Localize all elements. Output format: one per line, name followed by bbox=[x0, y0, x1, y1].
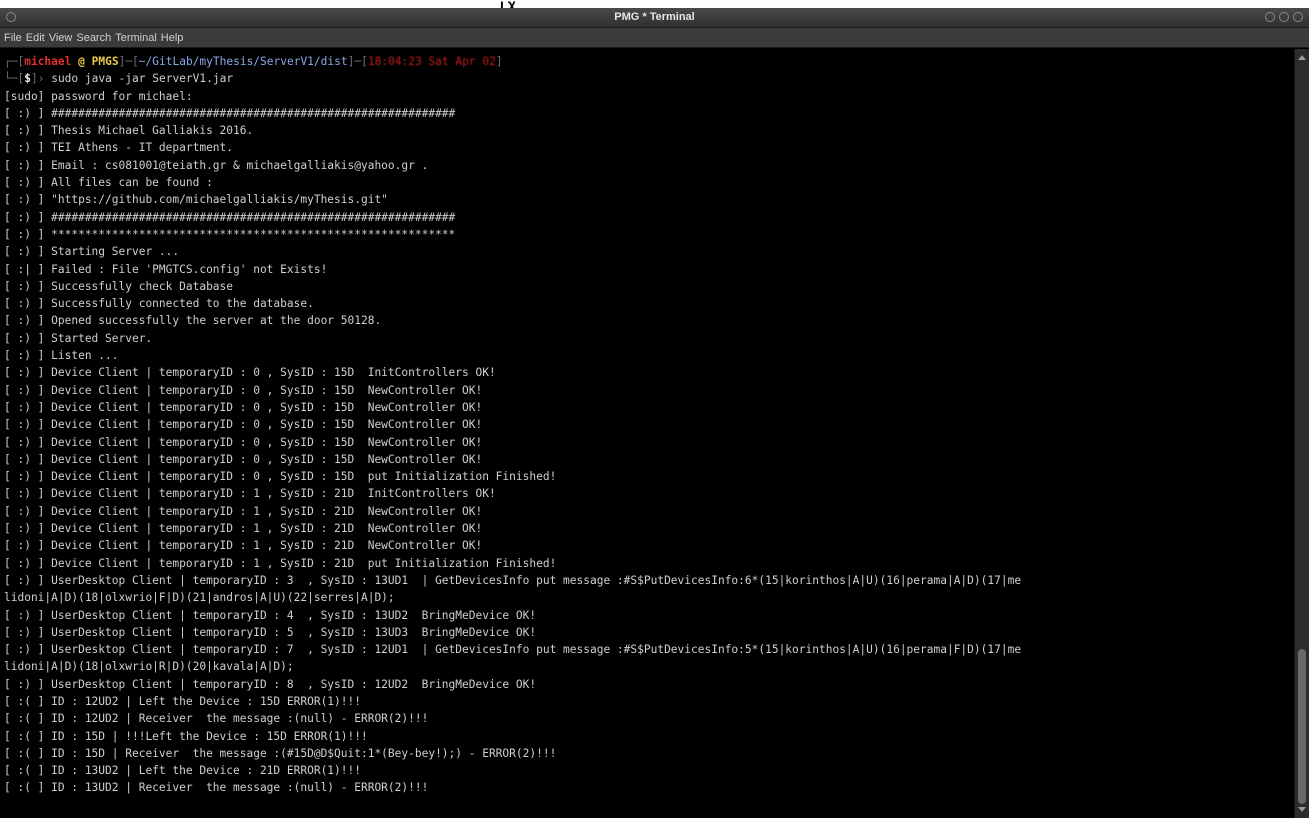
output-line: [ :) ] Starting Server ... bbox=[4, 245, 180, 259]
output-line: [ :) ] Started Server. bbox=[4, 331, 153, 345]
output-line: [ :) ] UserDesktop Client | temporaryID … bbox=[4, 573, 1022, 587]
output-line: [ :( ] ID : 13UD2 | Receiver the message… bbox=[4, 781, 429, 795]
output-line: [ :) ] UserDesktop Client | temporaryID … bbox=[4, 677, 537, 691]
output-line: [ :( ] ID : 15D | !!!Left the Device : 1… bbox=[4, 729, 368, 743]
prompt-time: 18:04:23 Sat Apr 02 bbox=[367, 55, 496, 68]
output-line: [ :( ] ID : 12UD2 | Receiver the message… bbox=[4, 712, 429, 726]
top-crop-fragment: ι χ bbox=[500, 0, 516, 8]
menu-bar: File Edit View Search Terminal Help bbox=[0, 28, 1309, 48]
output-line: [ :) ] Device Client | temporaryID : 0 ,… bbox=[4, 400, 483, 414]
output-line: [ :) ] Device Client | temporaryID : 1 ,… bbox=[4, 556, 557, 570]
output-line: [ :) ] UserDesktop Client | temporaryID … bbox=[4, 643, 1022, 657]
menu-help[interactable]: Help bbox=[161, 32, 188, 44]
output-line: [ :) ] Device Client | temporaryID : 0 ,… bbox=[4, 383, 483, 397]
output-line: [ :( ] ID : 13UD2 | Left the Device : 21… bbox=[4, 764, 361, 778]
output-line: [ :) ] #################################… bbox=[4, 210, 456, 224]
terminal-window: PMG * Terminal File Edit View Search Ter… bbox=[0, 8, 1309, 818]
output-line: [ :) ] Device Client | temporaryID : 1 ,… bbox=[4, 504, 483, 518]
output-line: [ :) ] Device Client | temporaryID : 0 ,… bbox=[4, 366, 496, 380]
output-line: [ :) ] Device Client | temporaryID : 1 ,… bbox=[4, 487, 496, 501]
scroll-up-icon[interactable] bbox=[1298, 55, 1306, 60]
output-line: [ :) ] Device Client | temporaryID : 0 ,… bbox=[4, 452, 483, 466]
prompt-path: ~/GitLab/myThesis/ServerV1/dist bbox=[138, 55, 348, 68]
prompt-line-2: └─[$]› sudo java -jar ServerV1.jar bbox=[4, 72, 234, 86]
prompt-host: PMGS bbox=[91, 55, 119, 68]
output-line: [ :) ] Email : cs081001@teiath.gr & mich… bbox=[4, 158, 429, 172]
output-line: [ :) ] Device Client | temporaryID : 0 ,… bbox=[4, 435, 483, 449]
output-line: lidoni|A|D)(18|olxwrio|F|D)(21|andros|A|… bbox=[4, 591, 395, 605]
scrollbar-thumb[interactable] bbox=[1298, 649, 1306, 804]
window-controls bbox=[1265, 12, 1303, 22]
output-line: lidoni|A|D)(18|olxwrio|R|D)(20|kavala|A|… bbox=[4, 660, 294, 674]
maximize-icon[interactable] bbox=[1279, 12, 1289, 22]
output-line: [ :( ] ID : 15D | Receiver the message :… bbox=[4, 746, 557, 760]
prompt-command: sudo java -jar ServerV1.jar bbox=[51, 72, 234, 86]
title-bar: PMG * Terminal bbox=[0, 8, 1309, 28]
output-line: [ :) ] Thesis Michael Galliakis 2016. bbox=[4, 124, 254, 138]
output-line: [ :) ] *********************************… bbox=[4, 227, 456, 241]
window-title: PMG * Terminal bbox=[614, 11, 695, 23]
output-line: [ :) ] UserDesktop Client | temporaryID … bbox=[4, 625, 537, 639]
output-line: [ :) ] UserDesktop Client | temporaryID … bbox=[4, 608, 537, 622]
output-line: [ :) ] Opened successfully the server at… bbox=[4, 314, 382, 328]
minimize-icon[interactable] bbox=[1265, 12, 1275, 22]
output-line: [ :) ] Successfully connected to the dat… bbox=[4, 297, 314, 311]
terminal-lines: ┌─[michael @ PMGS]─[~/GitLab/myThesis/Se… bbox=[4, 53, 1294, 797]
close-icon[interactable] bbox=[1293, 12, 1303, 22]
output-line: [ :) ] All files can be found : bbox=[4, 176, 213, 190]
output-line: [ :) ] Device Client | temporaryID : 1 ,… bbox=[4, 539, 483, 553]
menu-edit[interactable]: Edit bbox=[26, 32, 49, 44]
prompt-at: @ bbox=[78, 55, 85, 68]
output-line: [ :) ] Device Client | temporaryID : 1 ,… bbox=[4, 522, 483, 536]
output-line: [ :) ] "https://github.com/michaelgallia… bbox=[4, 193, 388, 207]
terminal-output[interactable]: ┌─[michael @ PMGS]─[~/GitLab/myThesis/Se… bbox=[0, 49, 1294, 818]
menu-search[interactable]: Search bbox=[76, 32, 115, 44]
output-line: [ :) ] Device Client | temporaryID : 0 ,… bbox=[4, 470, 557, 484]
output-line: [ :( ] ID : 12UD2 | Left the Device : 15… bbox=[4, 694, 361, 708]
prompt-user: michael bbox=[24, 55, 72, 68]
vertical-scrollbar[interactable] bbox=[1294, 49, 1309, 818]
output-line: [ :) ] TEI Athens - IT department. bbox=[4, 141, 234, 155]
output-line: [ :) ] Device Client | temporaryID : 0 ,… bbox=[4, 418, 483, 432]
prompt-line-1: ┌─[michael @ PMGS]─[~/GitLab/myThesis/Se… bbox=[4, 55, 503, 68]
menu-terminal[interactable]: Terminal bbox=[115, 32, 161, 44]
menu-file[interactable]: File bbox=[4, 32, 26, 44]
prompt-symbol: $ bbox=[24, 72, 31, 86]
scroll-down-icon[interactable] bbox=[1298, 807, 1306, 812]
output-line: [ :| ] Failed : File 'PMGTCS.config' not… bbox=[4, 262, 328, 276]
output-line: [ :) ] Listen ... bbox=[4, 349, 119, 363]
output-line: [ :) ] Successfully check Database bbox=[4, 279, 234, 293]
output-line: [ :) ] #################################… bbox=[4, 106, 456, 120]
menu-view[interactable]: View bbox=[49, 32, 77, 44]
output-line: [sudo] password for michael: bbox=[4, 89, 193, 103]
